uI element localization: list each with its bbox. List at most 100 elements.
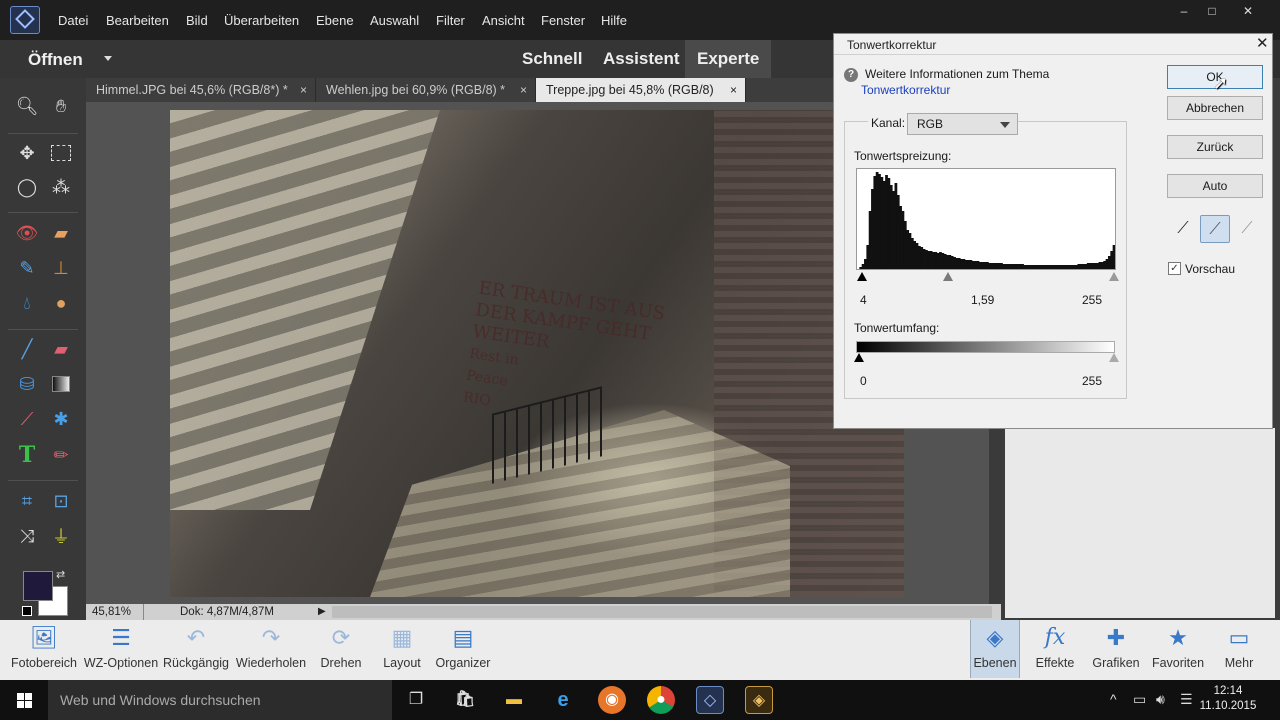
redo-button[interactable]: ↷ Wiederholen xyxy=(232,624,310,678)
mode-assistent[interactable]: Assistent xyxy=(591,40,692,78)
menu-filter[interactable]: Filter xyxy=(436,13,465,28)
zoom-level-field[interactable]: 45,81% xyxy=(86,604,144,620)
notifications-icon[interactable]: ☰ xyxy=(1180,691,1193,708)
wz-optionen-button[interactable]: ☰ WZ-Optionen xyxy=(82,624,160,678)
input-slider-track[interactable] xyxy=(857,272,1119,282)
foreground-color-swatch[interactable] xyxy=(23,571,53,601)
maximize-button[interactable]: □ xyxy=(1194,0,1230,22)
quick-selection-icon[interactable]: ⁂ xyxy=(48,174,74,200)
status-menu-arrow-icon[interactable]: ▶ xyxy=(318,606,326,617)
mode-schnell[interactable]: Schnell xyxy=(510,40,594,78)
default-colors-icon[interactable] xyxy=(22,606,32,616)
elements-organizer-icon[interactable]: ◈ xyxy=(745,686,773,714)
menu-datei[interactable]: Datei xyxy=(58,13,88,28)
taskbar-search-input[interactable]: Web und Windows durchsuchen xyxy=(48,680,392,720)
white-point-slider[interactable] xyxy=(1109,272,1119,281)
hand-icon[interactable]: ✋︎ xyxy=(48,93,74,119)
favorites-button[interactable]: ★ Favoriten xyxy=(1150,624,1206,678)
input-gamma-value[interactable]: 1,59 xyxy=(971,293,994,307)
output-white-value[interactable]: 255 xyxy=(1082,374,1102,388)
mode-experte[interactable]: Experte xyxy=(685,40,772,78)
marquee-icon[interactable] xyxy=(48,140,74,166)
tab-treppe[interactable]: Treppe.jpg bei 45,8% (RGB/8) × xyxy=(536,78,746,102)
photoshop-elements-icon[interactable]: ◇ xyxy=(696,686,724,714)
tab-wehlen[interactable]: Wehlen.jpg bei 60,9% (RGB/8) * × xyxy=(316,78,536,102)
swap-colors-icon[interactable]: ⇄ xyxy=(56,568,65,581)
menu-ueberarbeiten[interactable]: Überarbeiten xyxy=(224,13,299,28)
paint-bucket-icon[interactable]: ⛁ xyxy=(14,371,40,397)
output-white-slider[interactable] xyxy=(1109,353,1119,362)
fotobereich-button[interactable]: 🖼 Fotobereich xyxy=(6,624,82,678)
document-image[interactable]: ER TRAUM IST AUS DER KAMPF GEHT WEITER R… xyxy=(170,110,904,597)
windows-start-icon[interactable] xyxy=(0,680,48,720)
custom-shape-icon[interactable]: ✱ xyxy=(48,406,74,432)
menu-bearbeiten[interactable]: Bearbeiten xyxy=(106,13,169,28)
layout-button[interactable]: ▦ Layout xyxy=(376,624,428,678)
smart-brush-icon[interactable]: ✎ xyxy=(14,255,40,281)
more-button[interactable]: ▭ Mehr xyxy=(1214,624,1264,678)
recompose-icon[interactable]: ⊡ xyxy=(48,488,74,514)
output-black-slider[interactable] xyxy=(854,353,864,362)
help-icon[interactable]: ? xyxy=(844,68,858,82)
menu-auswahl[interactable]: Auswahl xyxy=(370,13,419,28)
menu-ebene[interactable]: Ebene xyxy=(316,13,354,28)
organizer-button[interactable]: ▤ Organizer xyxy=(432,624,494,678)
close-icon[interactable]: × xyxy=(300,78,307,102)
input-white-value[interactable]: 255 xyxy=(1082,293,1102,307)
undo-button[interactable]: ↶ Rückgängig xyxy=(160,624,232,678)
tray-overflow-icon[interactable]: ^ xyxy=(1110,691,1117,707)
close-icon[interactable]: × xyxy=(730,78,737,102)
move-icon[interactable]: ✥ xyxy=(14,140,40,166)
clone-stamp-icon[interactable]: ⊥ xyxy=(48,255,74,281)
type-icon[interactable]: T xyxy=(14,442,40,468)
white-eyedropper-icon[interactable]: ⟋ xyxy=(1232,215,1262,243)
window-close-button[interactable]: ✕ xyxy=(1230,0,1266,22)
tab-himmel[interactable]: Himmel.JPG bei 45,6% (RGB/8*) * × xyxy=(86,78,316,102)
network-icon[interactable]: ▭ xyxy=(1133,691,1146,708)
dialog-titlebar[interactable]: Tonwertkorrektur ✕ xyxy=(834,34,1272,55)
black-point-slider[interactable] xyxy=(857,272,867,281)
brush-icon[interactable]: ╱ xyxy=(14,336,40,362)
lasso-icon[interactable]: ◯ xyxy=(14,174,40,200)
close-icon[interactable]: × xyxy=(520,78,527,102)
auto-button[interactable]: Auto xyxy=(1167,174,1263,198)
firefox-icon[interactable]: ◉ xyxy=(598,686,626,714)
open-button[interactable]: Öffnen xyxy=(28,50,83,70)
menu-fenster[interactable]: Fenster xyxy=(541,13,585,28)
menu-hilfe[interactable]: Hilfe xyxy=(601,13,627,28)
chrome-icon[interactable]: ● xyxy=(647,686,675,714)
content-aware-move-icon[interactable]: ⤨ xyxy=(14,523,40,549)
layers-button[interactable]: ◈ Ebenen xyxy=(970,620,1020,678)
file-explorer-icon[interactable]: ▬ xyxy=(500,686,528,714)
red-eye-icon[interactable]: 👁︎ xyxy=(14,220,40,246)
preview-checkbox[interactable]: ✓ xyxy=(1168,262,1181,275)
sponge-icon[interactable]: ● xyxy=(48,290,74,316)
menu-bild[interactable]: Bild xyxy=(186,13,208,28)
cancel-button[interactable]: Abbrechen xyxy=(1167,96,1263,120)
gradient-icon[interactable] xyxy=(48,371,74,397)
gamma-slider[interactable] xyxy=(943,272,953,281)
gray-eyedropper-icon[interactable]: ⟋ xyxy=(1200,215,1230,243)
task-view-icon[interactable]: ❐ xyxy=(402,686,430,714)
store-icon[interactable]: 🛍︎ xyxy=(451,686,479,714)
reset-button[interactable]: Zurück xyxy=(1167,135,1263,159)
black-eyedropper-icon[interactable]: ⟋ xyxy=(1168,215,1198,243)
effects-button[interactable]: fx Effekte xyxy=(1030,624,1080,678)
eyedropper-icon[interactable]: ⟋ xyxy=(14,406,40,432)
output-black-value[interactable]: 0 xyxy=(860,374,867,388)
menu-ansicht[interactable]: Ansicht xyxy=(482,13,525,28)
channel-select[interactable]: RGB xyxy=(907,113,1018,135)
horizontal-scrollbar[interactable] xyxy=(332,606,992,618)
speaker-icon[interactable]: 🔊︎ xyxy=(1156,691,1165,708)
eraser-icon[interactable]: ▰ xyxy=(48,336,74,362)
straighten-icon[interactable]: ⏚ xyxy=(48,523,74,549)
taskbar-clock[interactable]: 12:14 11.10.2015 xyxy=(1198,684,1258,714)
edge-icon[interactable]: e xyxy=(549,686,577,714)
chevron-down-icon[interactable] xyxy=(104,56,112,61)
input-black-value[interactable]: 4 xyxy=(860,293,867,307)
crop-icon[interactable]: ⌗ xyxy=(14,488,40,514)
graphics-button[interactable]: ✚ Grafiken xyxy=(1090,624,1142,678)
close-icon[interactable]: ✕ xyxy=(1256,34,1269,52)
pencil-icon[interactable]: ✏︎ xyxy=(48,442,74,468)
rotate-button[interactable]: ⟳ Drehen xyxy=(312,624,370,678)
